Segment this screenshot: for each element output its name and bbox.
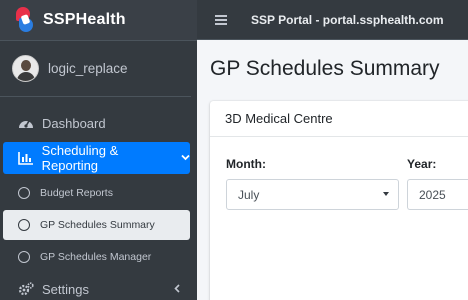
sidebar-item-label: Scheduling & Reporting bbox=[41, 143, 119, 173]
sidebar-nav: Dashboard Scheduling & Reporting Budget … bbox=[0, 97, 197, 300]
circle-icon bbox=[18, 219, 30, 231]
brand-link[interactable]: SSPHealth bbox=[0, 0, 197, 41]
sidebar-item-label: Settings bbox=[42, 281, 89, 297]
sidebar-item-label: Budget Reports bbox=[40, 187, 113, 199]
sidebar-item-label: GP Schedules Manager bbox=[40, 251, 152, 263]
user-panel[interactable]: logic_replace bbox=[0, 41, 191, 97]
sidebar-item-budget-reports[interactable]: Budget Reports bbox=[3, 178, 190, 208]
user-name[interactable]: logic_replace bbox=[48, 61, 128, 76]
schedule-card: 3D Medical Centre Month: July Year: 2025 bbox=[210, 101, 468, 300]
sidebar-item-label: Dashboard bbox=[42, 115, 106, 131]
portal-title: SSP Portal - portal.ssphealth.com bbox=[251, 12, 444, 27]
menu-icon[interactable] bbox=[215, 14, 227, 25]
circle-icon bbox=[18, 251, 30, 263]
month-label: Month: bbox=[226, 157, 266, 171]
sidebar: SSPHealth logic_replace Dashboard Schedu… bbox=[0, 0, 197, 300]
sidebar-item-scheduling-reporting[interactable]: Scheduling & Reporting bbox=[3, 142, 190, 174]
brand-name: SSPHealth bbox=[43, 11, 126, 28]
sidebar-item-settings[interactable]: Settings bbox=[3, 274, 190, 300]
month-select[interactable]: July bbox=[226, 179, 399, 210]
top-navbar: SSP Portal - portal.ssphealth.com bbox=[197, 0, 468, 40]
month-value: July bbox=[238, 187, 260, 202]
year-value: 2025 bbox=[419, 187, 446, 202]
sidebar-item-gp-schedules-summary[interactable]: GP Schedules Summary bbox=[3, 210, 190, 240]
year-label: Year: bbox=[407, 157, 437, 171]
year-select[interactable]: 2025 bbox=[407, 179, 468, 210]
chevron-down-icon bbox=[181, 153, 190, 164]
page-title: GP Schedules Summary bbox=[210, 57, 440, 80]
main-content: GP Schedules Summary 3D Medical Centre M… bbox=[197, 40, 468, 300]
bar-chart-icon bbox=[16, 151, 36, 165]
ssphealth-logo-icon bbox=[14, 7, 36, 33]
gears-icon bbox=[16, 282, 36, 296]
circle-icon bbox=[18, 187, 30, 199]
tachometer-icon bbox=[16, 116, 36, 130]
card-title: 3D Medical Centre bbox=[210, 101, 468, 137]
chevron-left-icon bbox=[174, 282, 180, 296]
sidebar-item-label: GP Schedules Summary bbox=[40, 219, 155, 231]
caret-down-icon bbox=[383, 192, 389, 196]
sidebar-item-gp-schedules-manager[interactable]: GP Schedules Manager bbox=[3, 242, 190, 272]
avatar bbox=[12, 55, 39, 82]
sidebar-item-dashboard[interactable]: Dashboard bbox=[3, 108, 190, 138]
